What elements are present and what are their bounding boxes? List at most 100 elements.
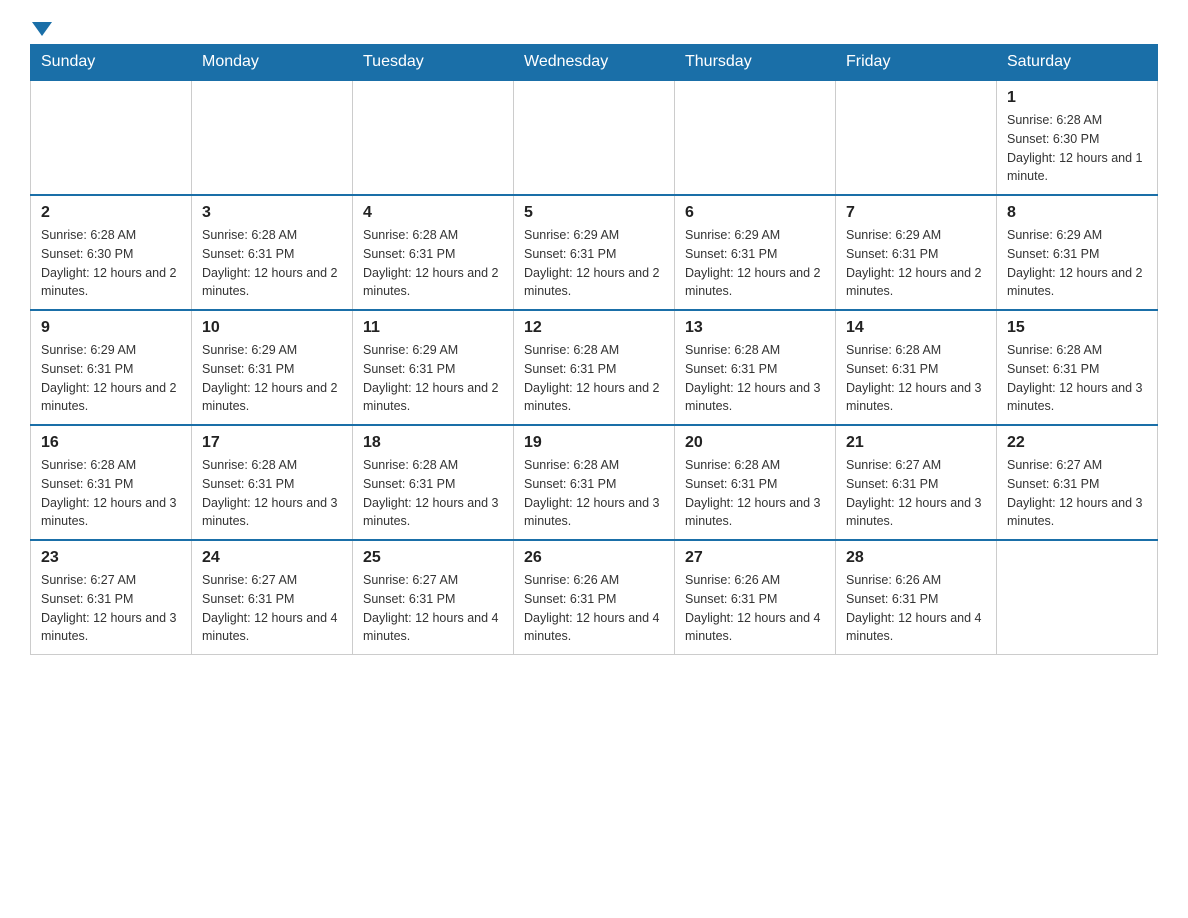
week-row-5: 23 Sunrise: 6:27 AMSunset: 6:31 PMDayligh…	[31, 540, 1158, 655]
calendar-cell: 13 Sunrise: 6:28 AMSunset: 6:31 PMDayligh…	[675, 310, 836, 425]
day-number: 9	[41, 319, 181, 337]
day-info: Sunrise: 6:28 AMSunset: 6:31 PMDaylight:…	[202, 226, 342, 301]
weekday-header-monday: Monday	[192, 45, 353, 81]
week-row-4: 16 Sunrise: 6:28 AMSunset: 6:31 PMDayligh…	[31, 425, 1158, 540]
calendar-cell: 2 Sunrise: 6:28 AMSunset: 6:30 PMDaylight…	[31, 195, 192, 310]
weekday-header-tuesday: Tuesday	[353, 45, 514, 81]
calendar-cell: 27 Sunrise: 6:26 AMSunset: 6:31 PMDayligh…	[675, 540, 836, 655]
calendar-cell: 22 Sunrise: 6:27 AMSunset: 6:31 PMDayligh…	[997, 425, 1158, 540]
day-info: Sunrise: 6:28 AMSunset: 6:31 PMDaylight:…	[202, 456, 342, 531]
day-info: Sunrise: 6:27 AMSunset: 6:31 PMDaylight:…	[202, 571, 342, 646]
day-info: Sunrise: 6:26 AMSunset: 6:31 PMDaylight:…	[846, 571, 986, 646]
calendar-cell: 12 Sunrise: 6:28 AMSunset: 6:31 PMDayligh…	[514, 310, 675, 425]
calendar-cell: 20 Sunrise: 6:28 AMSunset: 6:31 PMDayligh…	[675, 425, 836, 540]
calendar-cell: 25 Sunrise: 6:27 AMSunset: 6:31 PMDayligh…	[353, 540, 514, 655]
calendar-cell: 1 Sunrise: 6:28 AMSunset: 6:30 PMDaylight…	[997, 80, 1158, 195]
day-info: Sunrise: 6:29 AMSunset: 6:31 PMDaylight:…	[363, 341, 503, 416]
day-number: 25	[363, 549, 503, 567]
calendar-cell: 21Sunrise: 6:27 AMSunset: 6:31 PMDayligh…	[836, 425, 997, 540]
day-info: Sunrise: 6:28 AMSunset: 6:31 PMDaylight:…	[363, 226, 503, 301]
calendar-cell	[514, 80, 675, 195]
day-number: 12	[524, 319, 664, 337]
calendar-cell: 16 Sunrise: 6:28 AMSunset: 6:31 PMDayligh…	[31, 425, 192, 540]
calendar-cell	[836, 80, 997, 195]
weekday-header-friday: Friday	[836, 45, 997, 81]
calendar-cell: 24 Sunrise: 6:27 AMSunset: 6:31 PMDayligh…	[192, 540, 353, 655]
calendar-cell: 9 Sunrise: 6:29 AMSunset: 6:31 PMDaylight…	[31, 310, 192, 425]
calendar-cell	[997, 540, 1158, 655]
calendar-cell: 17 Sunrise: 6:28 AMSunset: 6:31 PMDayligh…	[192, 425, 353, 540]
day-number: 21	[846, 434, 986, 452]
calendar-cell	[353, 80, 514, 195]
day-number: 5	[524, 204, 664, 222]
day-number: 8	[1007, 204, 1147, 222]
day-info: Sunrise: 6:28 AMSunset: 6:30 PMDaylight:…	[41, 226, 181, 301]
day-info: Sunrise: 6:28 AMSunset: 6:31 PMDaylight:…	[524, 341, 664, 416]
week-row-1: 1 Sunrise: 6:28 AMSunset: 6:30 PMDaylight…	[31, 80, 1158, 195]
day-info: Sunrise: 6:29 AMSunset: 6:31 PMDaylight:…	[524, 226, 664, 301]
day-info: Sunrise: 6:29 AMSunset: 6:31 PMDaylight:…	[1007, 226, 1147, 301]
day-number: 19	[524, 434, 664, 452]
calendar-cell: 11 Sunrise: 6:29 AMSunset: 6:31 PMDayligh…	[353, 310, 514, 425]
day-info: Sunrise: 6:29 AMSunset: 6:31 PMDaylight:…	[41, 341, 181, 416]
day-info: Sunrise: 6:26 AMSunset: 6:31 PMDaylight:…	[524, 571, 664, 646]
day-number: 11	[363, 319, 503, 337]
calendar-cell: 3 Sunrise: 6:28 AMSunset: 6:31 PMDaylight…	[192, 195, 353, 310]
day-number: 27	[685, 549, 825, 567]
weekday-header-thursday: Thursday	[675, 45, 836, 81]
day-number: 26	[524, 549, 664, 567]
day-number: 7	[846, 204, 986, 222]
weekday-header-row: SundayMondayTuesdayWednesdayThursdayFrid…	[31, 45, 1158, 81]
day-info: Sunrise: 6:27 AMSunset: 6:31 PMDaylight:…	[1007, 456, 1147, 531]
calendar-cell: 5 Sunrise: 6:29 AMSunset: 6:31 PMDaylight…	[514, 195, 675, 310]
day-info: Sunrise: 6:28 AMSunset: 6:30 PMDaylight:…	[1007, 111, 1147, 186]
day-number: 10	[202, 319, 342, 337]
day-number: 6	[685, 204, 825, 222]
calendar-cell: 19 Sunrise: 6:28 AMSunset: 6:31 PMDayligh…	[514, 425, 675, 540]
day-info: Sunrise: 6:28 AMSunset: 6:31 PMDaylight:…	[363, 456, 503, 531]
calendar-cell: 10 Sunrise: 6:29 AMSunset: 6:31 PMDayligh…	[192, 310, 353, 425]
day-info: Sunrise: 6:29 AMSunset: 6:31 PMDaylight:…	[685, 226, 825, 301]
calendar-cell: 23 Sunrise: 6:27 AMSunset: 6:31 PMDayligh…	[31, 540, 192, 655]
calendar-cell	[675, 80, 836, 195]
weekday-header-sunday: Sunday	[31, 45, 192, 81]
day-info: Sunrise: 6:27 AMSunset: 6:31 PMDaylight:…	[41, 571, 181, 646]
page-header	[30, 20, 1158, 34]
day-info: Sunrise: 6:28 AMSunset: 6:31 PMDaylight:…	[685, 456, 825, 531]
day-number: 15	[1007, 319, 1147, 337]
logo-arrow-icon	[32, 22, 52, 36]
day-info: Sunrise: 6:28 AMSunset: 6:31 PMDaylight:…	[524, 456, 664, 531]
day-info: Sunrise: 6:29 AMSunset: 6:31 PMDaylight:…	[202, 341, 342, 416]
day-number: 16	[41, 434, 181, 452]
calendar-cell: 18Sunrise: 6:28 AMSunset: 6:31 PMDayligh…	[353, 425, 514, 540]
day-number: 17	[202, 434, 342, 452]
day-number: 2	[41, 204, 181, 222]
day-number: 23	[41, 549, 181, 567]
calendar-cell: 15 Sunrise: 6:28 AMSunset: 6:31 PMDayligh…	[997, 310, 1158, 425]
calendar-cell	[31, 80, 192, 195]
day-number: 28	[846, 549, 986, 567]
logo	[30, 20, 54, 34]
day-info: Sunrise: 6:28 AMSunset: 6:31 PMDaylight:…	[1007, 341, 1147, 416]
day-number: 22	[1007, 434, 1147, 452]
day-number: 13	[685, 319, 825, 337]
day-number: 24	[202, 549, 342, 567]
weekday-header-saturday: Saturday	[997, 45, 1158, 81]
day-info: Sunrise: 6:28 AMSunset: 6:31 PMDaylight:…	[41, 456, 181, 531]
day-number: 20	[685, 434, 825, 452]
day-number: 4	[363, 204, 503, 222]
day-info: Sunrise: 6:27 AMSunset: 6:31 PMDaylight:…	[363, 571, 503, 646]
day-info: Sunrise: 6:28 AMSunset: 6:31 PMDaylight:…	[685, 341, 825, 416]
day-number: 3	[202, 204, 342, 222]
calendar-cell: 8 Sunrise: 6:29 AMSunset: 6:31 PMDaylight…	[997, 195, 1158, 310]
calendar-cell	[192, 80, 353, 195]
calendar-cell: 26 Sunrise: 6:26 AMSunset: 6:31 PMDayligh…	[514, 540, 675, 655]
day-number: 1	[1007, 89, 1147, 107]
weekday-header-wednesday: Wednesday	[514, 45, 675, 81]
calendar-cell: 4 Sunrise: 6:28 AMSunset: 6:31 PMDaylight…	[353, 195, 514, 310]
week-row-3: 9 Sunrise: 6:29 AMSunset: 6:31 PMDaylight…	[31, 310, 1158, 425]
calendar-cell: 28 Sunrise: 6:26 AMSunset: 6:31 PMDayligh…	[836, 540, 997, 655]
day-info: Sunrise: 6:29 AMSunset: 6:31 PMDaylight:…	[846, 226, 986, 301]
calendar-table: SundayMondayTuesdayWednesdayThursdayFrid…	[30, 44, 1158, 655]
day-info: Sunrise: 6:26 AMSunset: 6:31 PMDaylight:…	[685, 571, 825, 646]
